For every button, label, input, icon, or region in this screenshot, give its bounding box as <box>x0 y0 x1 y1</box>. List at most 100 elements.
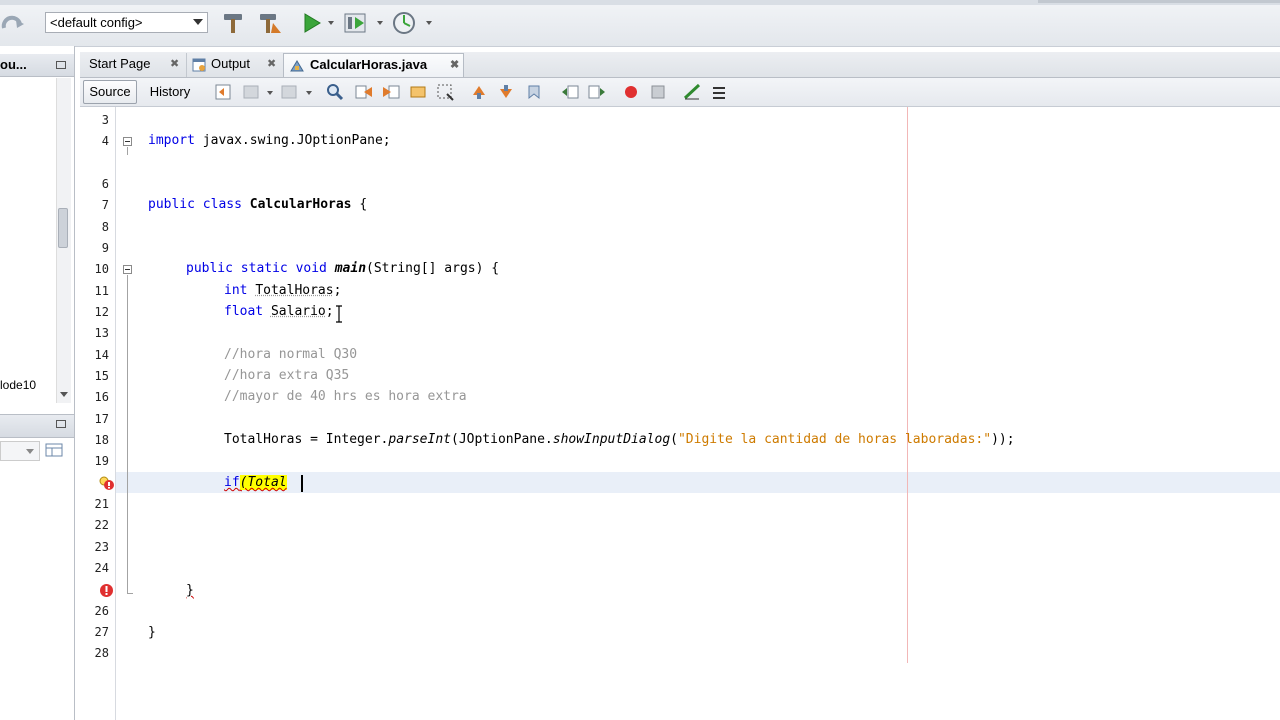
run-dropdown-icon[interactable] <box>328 21 334 25</box>
tab-start-page[interactable]: Start Page ✖ <box>82 53 184 77</box>
code-line-4[interactable]: import javax.swing.JOptionPane; <box>148 133 391 148</box>
error-icon[interactable] <box>99 583 114 598</box>
find-previous-icon[interactable] <box>354 83 372 101</box>
fold-guide <box>127 275 128 593</box>
current-line-highlight <box>116 472 1280 493</box>
code-line-18[interactable]: TotalHoras = Integer.parseInt(JOptionPan… <box>224 432 1015 447</box>
fold-guide <box>127 147 128 155</box>
history-view-button[interactable]: History <box>141 80 199 104</box>
code-token: javax.swing.JOptionPane; <box>194 133 391 148</box>
text-cursor-icon <box>334 305 344 323</box>
forward-icon[interactable] <box>280 83 298 101</box>
fold-toggle-icon[interactable] <box>123 137 132 146</box>
output-window-icon <box>192 57 206 72</box>
line-number: 26 <box>94 604 109 618</box>
line-number: 18 <box>94 433 109 447</box>
next-bookmark-icon[interactable] <box>497 83 515 101</box>
forward-dropdown-icon[interactable] <box>306 91 312 95</box>
line-number: 23 <box>94 540 109 554</box>
back-icon[interactable] <box>242 83 260 101</box>
comment-icon[interactable] <box>683 83 701 101</box>
code-line-27[interactable]: } <box>148 625 156 640</box>
toolbar-right-strip <box>1038 0 1280 3</box>
code-token: showInputDialog <box>552 432 671 447</box>
redo-icon[interactable] <box>0 12 26 36</box>
scroll-down-icon[interactable] <box>60 392 68 397</box>
line-number: 14 <box>94 348 109 362</box>
code-line-10[interactable]: public static void main(String[] args) { <box>186 261 499 276</box>
uncomment-icon[interactable] <box>710 83 728 101</box>
line-number: 21 <box>94 497 109 511</box>
source-view-button[interactable]: Source <box>83 80 137 104</box>
last-edit-icon[interactable] <box>214 83 232 101</box>
profile-dropdown-icon[interactable] <box>426 21 432 25</box>
java-file-icon <box>289 58 305 72</box>
code-token: (JOptionPane. <box>451 432 553 447</box>
chevron-down-icon[interactable] <box>193 19 203 25</box>
start-macro-recording-icon[interactable] <box>622 83 640 101</box>
build-hammer-icon[interactable] <box>221 11 245 35</box>
minimize-window-icon[interactable] <box>56 420 66 428</box>
shift-left-icon[interactable] <box>560 83 579 101</box>
debug-dropdown-icon[interactable] <box>377 21 383 25</box>
toggle-bookmark-icon[interactable] <box>525 83 543 101</box>
navigator-filter-icon[interactable] <box>45 442 63 458</box>
shift-right-icon[interactable] <box>587 83 605 101</box>
code-line-7[interactable]: public class CalcularHoras { <box>148 197 367 212</box>
chevron-down-icon[interactable] <box>26 449 34 454</box>
close-icon[interactable]: ✖ <box>267 53 276 75</box>
code-line-12[interactable]: float Salario; <box>224 304 334 319</box>
tree-node-label[interactable]: lode10 <box>0 378 36 392</box>
code-line-11[interactable]: int TotalHoras; <box>224 283 341 298</box>
tab-label: CalcularHoras.java <box>310 57 428 72</box>
previous-bookmark-icon[interactable] <box>470 83 488 101</box>
warning-error-icon[interactable] <box>98 475 116 491</box>
config-dropdown[interactable]: <default config> <box>45 12 208 33</box>
debug-icon[interactable] <box>343 11 367 35</box>
scrollbar-thumb[interactable] <box>58 208 68 248</box>
line-number: 6 <box>101 177 109 191</box>
code-token: { <box>351 197 368 212</box>
code-token: main <box>334 261 367 276</box>
toggle-highlight-icon[interactable] <box>409 83 427 101</box>
tab-output[interactable]: Output ✖ <box>186 53 282 77</box>
editor-toolbar <box>80 78 1280 107</box>
tab-label: Start Page <box>89 56 151 71</box>
code-line-15[interactable]: //hora extra Q35 <box>224 368 349 383</box>
code-token: TotalHoras = Integer. <box>224 432 389 447</box>
code-token: Salario <box>270 304 326 319</box>
fold-toggle-icon[interactable] <box>123 265 132 274</box>
run-icon[interactable] <box>300 11 324 35</box>
line-number: 24 <box>94 561 109 575</box>
line-number: 15 <box>94 369 109 383</box>
tab-label: Output <box>211 56 251 71</box>
line-number: 22 <box>94 518 109 532</box>
code-token: ; <box>325 304 334 319</box>
code-line-20[interactable]: if(Total <box>224 475 287 490</box>
rectangular-selection-icon[interactable] <box>436 83 454 101</box>
line-number: 27 <box>94 625 109 639</box>
code-token: public class <box>148 197 242 212</box>
close-icon[interactable]: ✖ <box>170 53 179 75</box>
code-line-16[interactable]: //mayor de 40 hrs es hora extra <box>224 389 467 404</box>
navigator-combo[interactable] <box>0 441 40 461</box>
line-number: 13 <box>94 326 109 340</box>
code-token: import <box>148 133 195 148</box>
code-token: if <box>224 475 240 490</box>
close-icon[interactable]: ✖ <box>450 54 459 76</box>
find-next-icon[interactable] <box>381 83 400 101</box>
find-icon[interactable] <box>326 83 344 101</box>
projects-panel-title: ou... <box>0 57 27 72</box>
clean-build-icon[interactable] <box>257 11 281 35</box>
line-number: 28 <box>94 646 109 660</box>
code-line-25[interactable]: } <box>186 583 194 598</box>
back-dropdown-icon[interactable] <box>267 91 273 95</box>
tab-calcularhoras-java[interactable]: CalcularHoras.java ✖ <box>283 53 464 77</box>
code-line-14[interactable]: //hora normal Q30 <box>224 347 357 362</box>
stop-macro-recording-icon[interactable] <box>649 83 667 101</box>
profile-icon[interactable] <box>392 11 416 35</box>
minimize-window-icon[interactable] <box>56 61 66 69</box>
code-token: CalcularHoras <box>241 197 352 212</box>
code-token: TotalHoras <box>255 283 334 298</box>
code-token: float <box>224 304 264 319</box>
